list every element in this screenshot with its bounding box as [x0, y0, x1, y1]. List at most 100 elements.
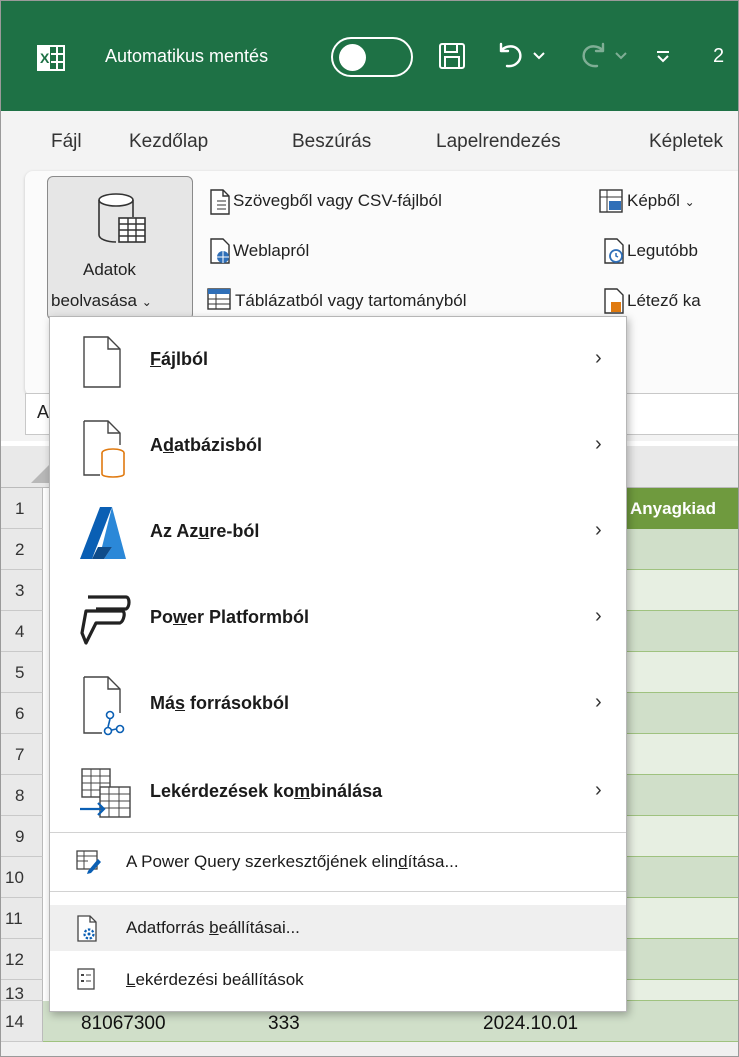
- table-cell[interactable]: [626, 570, 738, 611]
- customize-toolbar-icon[interactable]: [655, 49, 671, 63]
- table-cell[interactable]: [626, 980, 738, 1001]
- menu-item-from-database[interactable]: Adatbázisból ›: [50, 405, 626, 489]
- menu-item-from-other-sources[interactable]: Más forrásokból ›: [50, 663, 626, 747]
- from-text-csv-button[interactable]: Szövegből vagy CSV-fájlból: [233, 191, 442, 211]
- cell-col-a[interactable]: 81067300: [81, 1013, 166, 1035]
- table-cell[interactable]: [626, 611, 738, 652]
- tab-page-layout[interactable]: Lapelrendezés: [436, 131, 561, 153]
- cell-col-b[interactable]: 333: [268, 1013, 300, 1035]
- from-picture-button[interactable]: Képből ⌄: [627, 191, 695, 211]
- svg-text:X: X: [40, 50, 50, 66]
- table-cell[interactable]: [626, 898, 738, 939]
- menu-item-label: Más forrásokból: [150, 693, 289, 714]
- label-part: re-ból: [209, 521, 260, 541]
- row-header[interactable]: 6: [1, 693, 43, 734]
- row-header[interactable]: 5: [1, 652, 43, 693]
- accelerator-key: b: [209, 918, 219, 937]
- get-data-label-text: beolvasása: [51, 291, 138, 310]
- undo-dropdown-icon[interactable]: [533, 51, 545, 61]
- row-header[interactable]: 10: [1, 857, 43, 898]
- accelerator-key: w: [173, 607, 188, 627]
- tab-insert[interactable]: Beszúrás: [292, 131, 371, 153]
- row-header[interactable]: 12: [1, 939, 43, 980]
- table-cell[interactable]: [626, 529, 738, 570]
- table-header-cell[interactable]: Anyagkiad: [626, 488, 738, 529]
- chevron-right-icon: ›: [595, 691, 602, 713]
- menu-item-combine-queries[interactable]: Lekérdezések kombinálása ›: [50, 751, 626, 835]
- menu-item-label: A Power Query szerkesztőjének elindítása…: [126, 852, 459, 872]
- label-part: Lekérdezések ko: [150, 781, 295, 801]
- label-part: ítása...: [407, 852, 459, 871]
- excel-logo-icon: X: [37, 45, 65, 71]
- tab-formulas[interactable]: Képletek: [649, 131, 723, 153]
- menu-item-label: Power Platformból: [150, 607, 309, 628]
- excel-window: X Automatikus mentés 2 Fájl Kezdőlap Bes…: [0, 0, 739, 1057]
- label-part: Adatforrás: [126, 918, 210, 937]
- chevron-right-icon: ›: [595, 779, 602, 801]
- title-bar: X Automatikus mentés 2: [1, 1, 738, 111]
- other-sources-icon: [83, 676, 125, 736]
- chevron-right-icon: ›: [595, 605, 602, 627]
- label-part: A Power Query szerkesztőjének elin: [126, 852, 399, 871]
- tab-home[interactable]: Kezdőlap: [129, 131, 208, 153]
- existing-connections-button[interactable]: Létező ka: [627, 291, 701, 311]
- database-table-icon: [98, 193, 146, 243]
- combine-queries-icon: [80, 768, 131, 818]
- menu-item-label: Adatbázisból: [150, 435, 262, 456]
- menu-item-data-source-settings[interactable]: Adatforrás beállításai...: [50, 905, 626, 951]
- accelerator-key: d: [398, 852, 408, 871]
- row-header[interactable]: 4: [1, 611, 43, 652]
- table-cell[interactable]: [626, 734, 738, 775]
- menu-item-label: Fájlból: [150, 349, 208, 370]
- data-source-settings-icon: [77, 915, 97, 942]
- menu-item-from-azure[interactable]: Az Azure-ból ›: [50, 491, 626, 575]
- redo-dropdown-icon[interactable]: [615, 51, 627, 61]
- accelerator-key: d: [163, 435, 174, 455]
- autosave-toggle[interactable]: [331, 37, 413, 77]
- table-cell[interactable]: [626, 775, 738, 816]
- row-header[interactable]: 8: [1, 775, 43, 816]
- row-header[interactable]: 1: [1, 488, 43, 529]
- row-header[interactable]: 7: [1, 734, 43, 775]
- name-box-text[interactable]: A: [37, 402, 49, 423]
- menu-item-label: Lekérdezések kombinálása: [150, 781, 382, 802]
- menu-item-launch-power-query[interactable]: A Power Query szerkesztőjének elindítása…: [50, 839, 626, 885]
- undo-icon[interactable]: [495, 41, 527, 71]
- from-table-button[interactable]: Táblázatból vagy tartományból: [235, 291, 467, 311]
- get-data-label-line2: beolvasása ⌄: [51, 291, 152, 311]
- label-part: eállításai...: [218, 918, 300, 937]
- row-header[interactable]: 11: [1, 898, 43, 939]
- table-cell[interactable]: [626, 693, 738, 734]
- accelerator-key: u: [198, 521, 210, 541]
- from-web-button[interactable]: Weblapról: [233, 241, 309, 261]
- table-cell[interactable]: [626, 939, 738, 980]
- table-cell[interactable]: [626, 816, 738, 857]
- recent-sources-button[interactable]: Legutóbb: [627, 241, 698, 261]
- row-header[interactable]: 3: [1, 570, 43, 611]
- label-part: binálása: [310, 781, 383, 801]
- autosave-label: Automatikus mentés: [105, 46, 269, 66]
- redo-icon[interactable]: [577, 41, 609, 71]
- row-header[interactable]: 9: [1, 816, 43, 857]
- accelerator-key: m: [294, 781, 311, 801]
- table-cell[interactable]: [626, 652, 738, 693]
- row-header[interactable]: 2: [1, 529, 43, 570]
- table-cell[interactable]: [626, 857, 738, 898]
- power-platform-icon: [80, 595, 131, 645]
- label-part: ekérdezési beállítások: [135, 970, 304, 989]
- menu-item-from-power-platform[interactable]: Power Platformból ›: [50, 577, 626, 661]
- label-part: er Platformból: [187, 607, 310, 627]
- row-header[interactable]: 14: [1, 1001, 43, 1042]
- menu-item-query-options[interactable]: Lekérdezési beállítások: [50, 957, 626, 1003]
- label-part: atbázisból: [174, 435, 263, 455]
- power-query-editor-icon: [76, 850, 101, 874]
- menu-separator: [50, 832, 626, 833]
- tab-file[interactable]: Fájl: [51, 131, 82, 153]
- row-header[interactable]: 13: [1, 980, 43, 1003]
- save-icon[interactable]: [438, 42, 466, 70]
- cell-col-c[interactable]: 2024.10.01: [483, 1013, 578, 1035]
- get-data-label-line1: Adatok: [83, 260, 136, 279]
- accelerator-key: s: [175, 693, 186, 713]
- menu-item-from-file[interactable]: Fájlból ›: [50, 319, 626, 403]
- chevron-right-icon: ›: [595, 347, 602, 369]
